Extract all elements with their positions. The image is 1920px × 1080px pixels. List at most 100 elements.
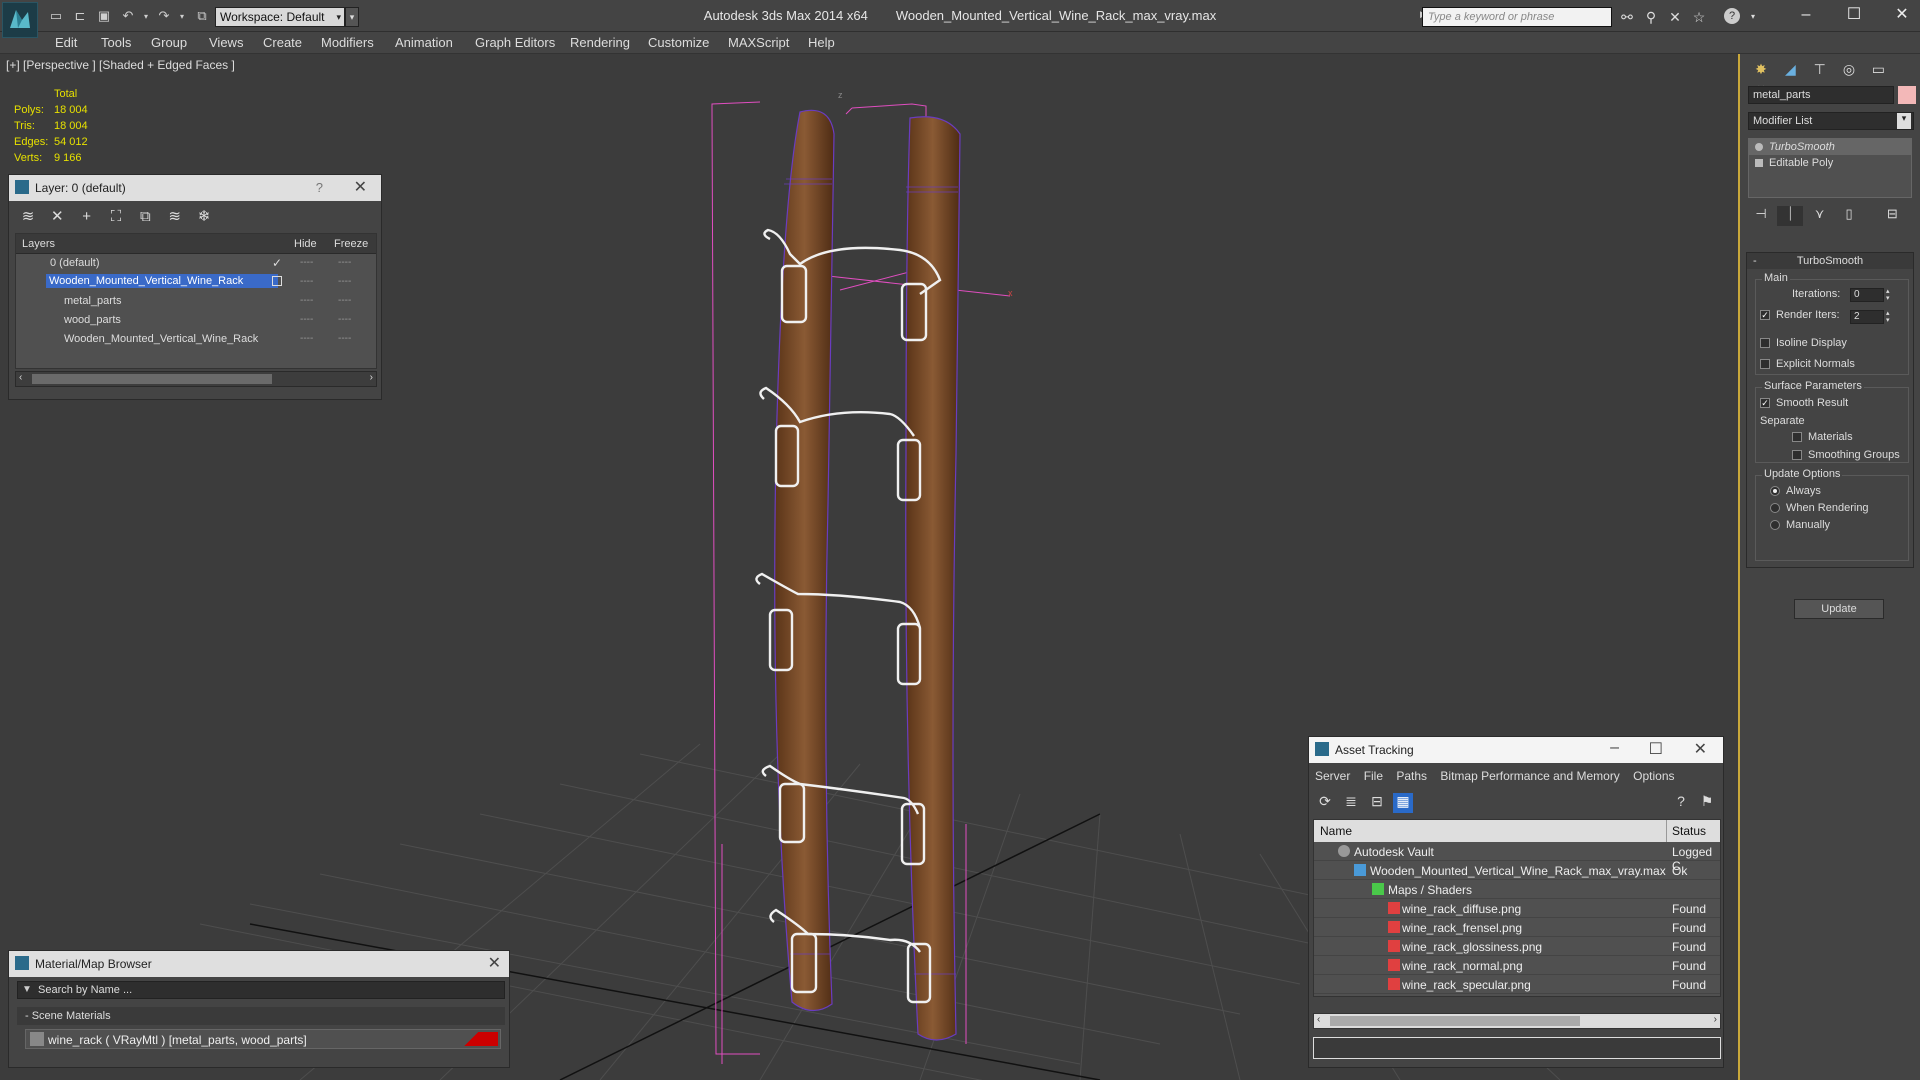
configure-sets-icon[interactable]: ⊟ (1879, 206, 1905, 226)
menu-rendering[interactable]: Rendering (570, 35, 630, 50)
material-search-input[interactable]: ▼ Search by Name ... (17, 981, 505, 999)
show-end-result-icon[interactable]: ⏐ (1777, 206, 1804, 226)
close-icon[interactable]: ✕ (354, 177, 367, 197)
material-item[interactable]: wine_rack ( VRayMtl ) [metal_parts, wood… (25, 1029, 501, 1049)
menu-paths[interactable]: Paths (1396, 769, 1427, 783)
layer-horizontal-scrollbar[interactable]: ‹ › (15, 371, 377, 387)
light-bulb-icon[interactable] (1755, 143, 1763, 151)
menu-file[interactable]: File (1364, 769, 1383, 783)
asset-row[interactable]: Maps / Shaders (1314, 880, 1720, 899)
expand-icon[interactable] (1755, 159, 1763, 167)
maximize-button[interactable]: ☐ (1834, 4, 1874, 26)
iterations-spinner[interactable]: 0 (1850, 288, 1884, 302)
explicit-normals-checkbox[interactable] (1760, 359, 1770, 369)
layer-row[interactable]: 0 (default) ✓ ---- ---- (16, 254, 376, 273)
pin-stack-icon[interactable]: ⊣ (1748, 206, 1774, 226)
asset-row[interactable]: wine_rack_diffuse.png Found (1314, 899, 1720, 918)
scroll-right-icon[interactable]: › (1714, 1014, 1717, 1025)
close-icon[interactable]: ✕ (488, 953, 501, 973)
freeze-toggle[interactable]: ---- (338, 314, 351, 325)
filter-icon[interactable]: ▼ (22, 984, 32, 995)
modify-tab-icon[interactable]: ◢ (1777, 58, 1803, 80)
hierarchy-tab-icon[interactable]: ⊤ (1807, 58, 1833, 80)
object-color-swatch[interactable] (1898, 86, 1916, 104)
menu-help[interactable]: Help (808, 35, 835, 50)
maximize-icon[interactable]: ☐ (1649, 739, 1663, 759)
scrollbar-thumb[interactable] (1330, 1016, 1580, 1026)
hide-toggle[interactable]: ---- (300, 333, 313, 344)
scroll-right-icon[interactable]: › (370, 372, 373, 383)
make-unique-icon[interactable]: ⋎ (1807, 206, 1833, 226)
remove-modifier-icon[interactable]: ▯ (1836, 206, 1862, 226)
menu-options[interactable]: Options (1633, 769, 1674, 783)
layer-panel-header[interactable]: Layer: 0 (default) ? ✕ (9, 175, 381, 201)
new-file-icon[interactable]: ▭ (48, 8, 64, 24)
layer-row[interactable]: Wooden_Mounted_Vertical_Wine_Rack ---- -… (16, 273, 376, 292)
asset-horizontal-scrollbar[interactable]: ‹ › (1313, 1013, 1721, 1029)
hide-toggle[interactable]: ---- (300, 295, 313, 306)
asset-tracking-header[interactable]: Asset Tracking – ☐ ✕ (1309, 737, 1723, 763)
save-icon[interactable]: ▣ (96, 8, 112, 24)
select-in-layer-icon[interactable]: ⛶ (103, 208, 129, 228)
app-logo-icon[interactable] (2, 2, 38, 38)
menu-views[interactable]: Views (209, 35, 243, 50)
asset-row[interactable]: Wooden_Mounted_Vertical_Wine_Rack_max_vr… (1314, 861, 1720, 880)
menu-maxscript[interactable]: MAXScript (728, 35, 789, 50)
scroll-left-icon[interactable]: ‹ (1317, 1014, 1320, 1025)
workspace-dropdown-button[interactable]: ▾ (345, 7, 359, 27)
material-browser-header[interactable]: Material/Map Browser ✕ (9, 951, 509, 977)
communication-icon[interactable]: ✕ (1666, 8, 1684, 26)
freeze-toggle[interactable]: ---- (338, 276, 351, 287)
modifier-list-dropdown[interactable]: Modifier List ▾ (1748, 112, 1914, 130)
layer-row[interactable]: Wooden_Mounted_Vertical_Wine_Rack ---- -… (16, 330, 376, 349)
refresh-icon[interactable]: ⟳ (1315, 793, 1335, 813)
column-hide[interactable]: Hide (294, 238, 317, 250)
asset-row[interactable]: wine_rack_specular.png Found (1314, 975, 1720, 994)
help-dropdown-icon[interactable]: ▾ (1744, 8, 1762, 26)
hide-toggle[interactable]: ---- (300, 257, 313, 268)
workspace-select[interactable]: Workspace: Default ▾ (215, 7, 345, 27)
hide-toggle[interactable]: ---- (300, 314, 313, 325)
menu-group[interactable]: Group (151, 35, 187, 50)
freeze-toggle[interactable]: ---- (338, 295, 351, 306)
menu-create[interactable]: Create (263, 35, 302, 50)
help-icon[interactable]: ? (1671, 793, 1691, 813)
help-icon[interactable]: ? (316, 180, 323, 195)
menu-customize[interactable]: Customize (648, 35, 709, 50)
smoothing-groups-checkbox[interactable] (1792, 450, 1802, 460)
freeze-all-icon[interactable]: ❄ (191, 207, 217, 227)
viewport-label[interactable]: [+] [Perspective ] [Shaded + Edged Faces… (6, 58, 235, 72)
current-layer-box-icon[interactable] (272, 276, 282, 286)
scrollbar-thumb[interactable] (32, 374, 272, 384)
minimize-button[interactable]: – (1786, 4, 1826, 26)
layer-row[interactable]: wood_parts ---- ---- (16, 311, 376, 330)
column-name[interactable]: Name (1320, 824, 1352, 838)
stack-item-editable-poly[interactable]: Editable Poly (1749, 155, 1911, 171)
binoculars-icon[interactable]: ⚯ (1618, 8, 1636, 26)
menu-tools[interactable]: Tools (101, 35, 131, 50)
menu-edit[interactable]: Edit (55, 35, 77, 50)
undo-dropdown-icon[interactable]: ▾ (138, 8, 154, 24)
when-rendering-radio[interactable] (1770, 503, 1780, 513)
create-layer-icon[interactable]: ≋ (15, 207, 41, 227)
close-button[interactable]: ✕ (1882, 4, 1920, 26)
scroll-left-icon[interactable]: ‹ (19, 372, 22, 383)
spinner-arrows-icon[interactable]: ▴ ▾ (1886, 288, 1894, 302)
highlight-layer-icon[interactable]: ⧉ (132, 208, 158, 228)
freeze-toggle[interactable]: ---- (338, 257, 351, 268)
isoline-display-checkbox[interactable] (1760, 338, 1770, 348)
update-button[interactable]: Update (1794, 599, 1884, 619)
scene-materials-group[interactable]: - Scene Materials (17, 1007, 505, 1025)
display-tab-icon[interactable]: ▭ (1865, 58, 1891, 80)
motion-tab-icon[interactable]: ◎ (1836, 58, 1862, 80)
favorites-star-icon[interactable]: ☆ (1690, 8, 1708, 26)
help-topics-icon[interactable]: ⚑ (1697, 793, 1717, 813)
render-iters-checkbox[interactable]: ✓ (1760, 310, 1770, 320)
table-view-icon[interactable]: ▦ (1393, 793, 1413, 813)
object-name-input[interactable]: metal_parts (1748, 86, 1894, 104)
asset-row[interactable]: Autodesk Vault Logged C (1314, 842, 1720, 873)
tree-view-icon[interactable]: ⊟ (1367, 793, 1387, 813)
layer-row[interactable]: metal_parts ---- ---- (16, 292, 376, 311)
help-icon[interactable]: ? (1724, 8, 1740, 24)
add-to-layer-icon[interactable]: + (74, 208, 100, 228)
